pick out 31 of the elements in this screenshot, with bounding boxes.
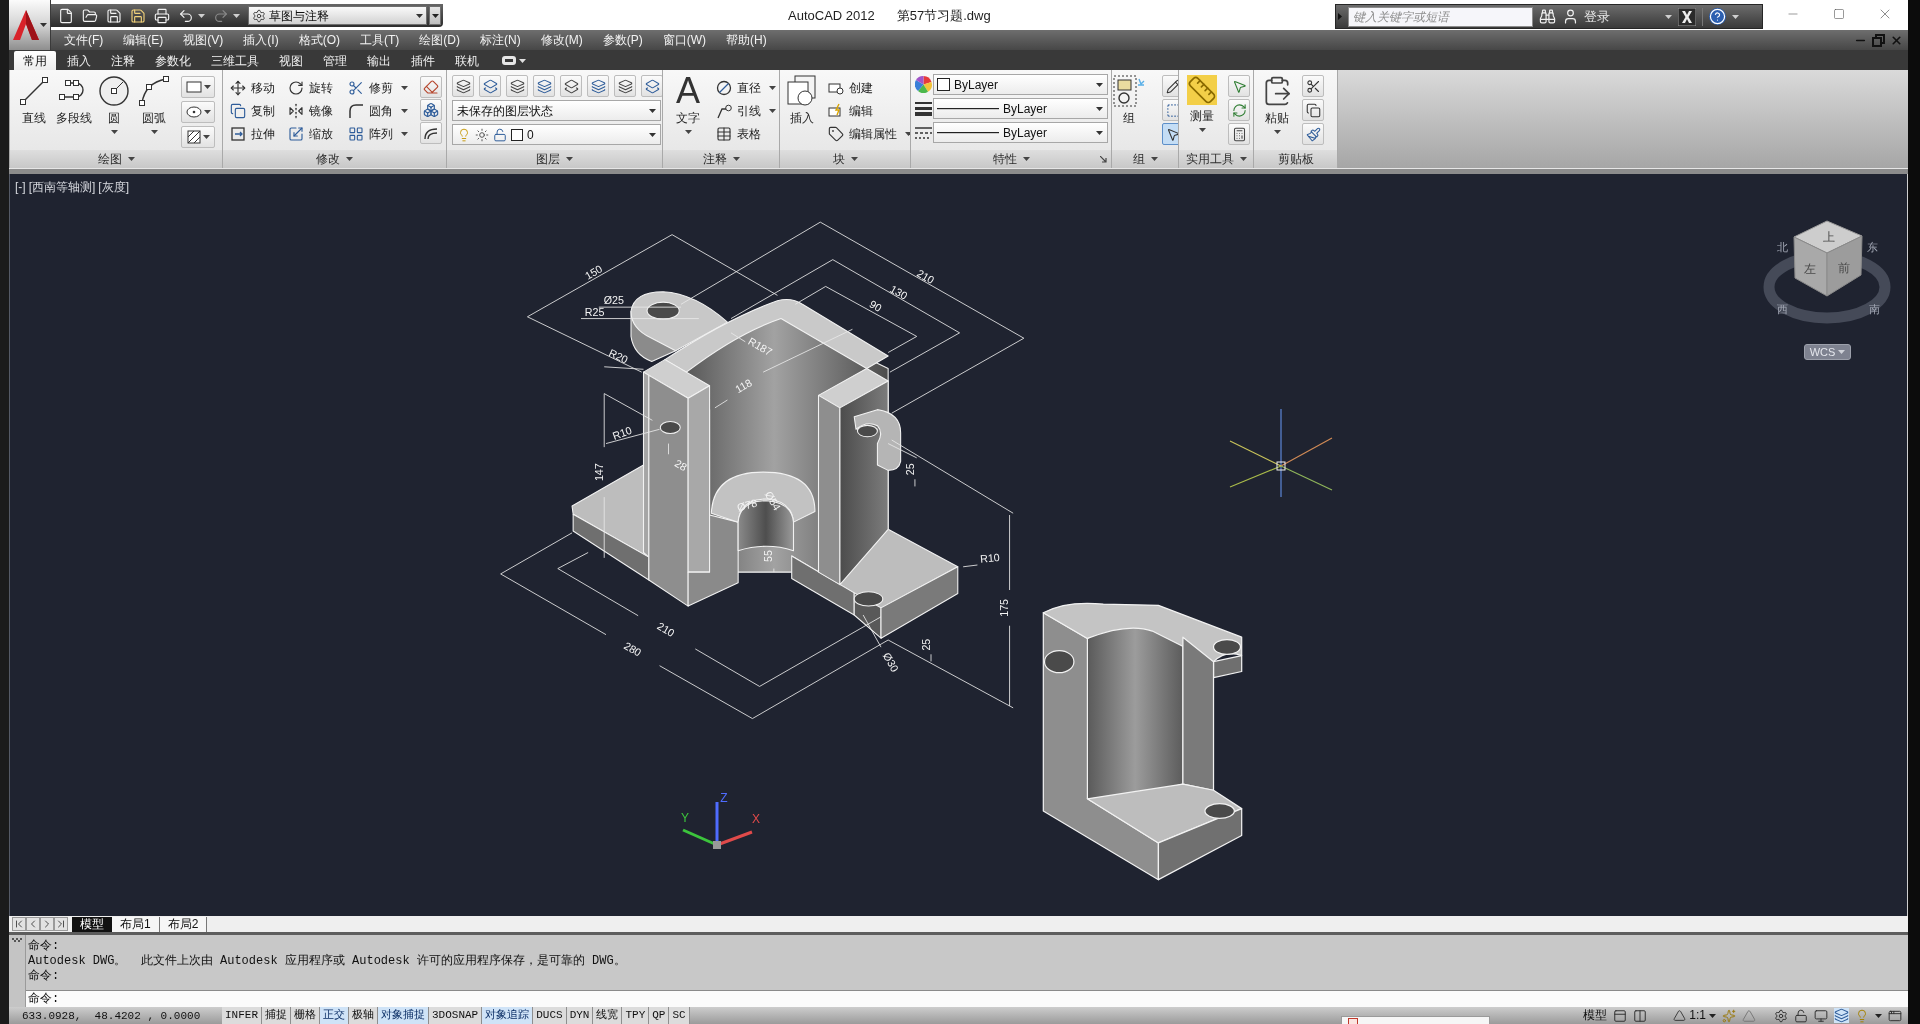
- cursor-coordinates: 633.0928, 48.4202 , 0.0000: [22, 1010, 201, 1023]
- letter-glyph: A: [676, 75, 700, 107]
- dimension-label: 25: [903, 463, 916, 476]
- dimension-label: 150: [582, 262, 605, 282]
- dimension-label: R25: [584, 306, 605, 319]
- dimension-label: 90: [867, 297, 884, 314]
- command-history-line: 命令:: [28, 939, 60, 954]
- dimension-label: 55: [762, 550, 775, 562]
- dimension-label: 210: [655, 619, 677, 639]
- dimension-label: R20: [607, 346, 630, 366]
- app-title: AutoCAD 2012: [788, 7, 875, 25]
- command-history-line: Autodesk DWG。 此文件上次由 Autodesk 应用程序或 Autodesk 许可的应用程序保存，是可靠的 DWG。: [28, 954, 626, 969]
- dimension-label: 280: [622, 639, 644, 659]
- document-title: 第57节习题.dwg: [896, 7, 991, 25]
- dimension-label: Ø25: [603, 294, 624, 306]
- dimension-label: R10: [610, 423, 634, 442]
- axis-label: Z: [720, 792, 728, 805]
- dimension-label: 25: [919, 638, 932, 651]
- dimension-label: Ø78: [735, 496, 759, 514]
- dimension-label: 28: [672, 456, 690, 474]
- dimension-label: 175: [998, 598, 1011, 617]
- axis-label: X: [752, 812, 760, 826]
- dimension-label: 118: [733, 376, 754, 396]
- dimension-label: 147: [592, 463, 605, 482]
- command-history-line: 命令:: [28, 969, 60, 984]
- dimension-label: 130: [888, 282, 910, 302]
- dimension-label: Ø54: [762, 488, 784, 513]
- dimension-label: 210: [914, 266, 937, 287]
- axis-label: Y: [681, 811, 689, 825]
- dimension-label: R187: [746, 334, 775, 358]
- dimension-label: R10: [979, 551, 1001, 565]
